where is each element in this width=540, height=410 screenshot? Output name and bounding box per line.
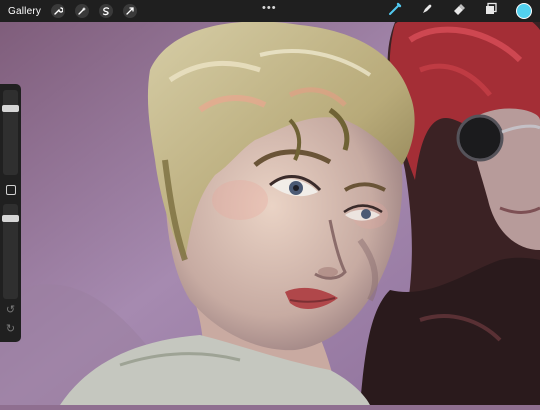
selection-icon[interactable]	[99, 4, 114, 18]
wrench-icon[interactable]	[51, 4, 66, 18]
left-sidebar: ↺ ↻	[0, 84, 21, 342]
color-picker-button[interactable]	[516, 3, 532, 19]
layers-icon[interactable]	[484, 2, 498, 21]
modify-button[interactable]	[6, 185, 16, 195]
brush-icon[interactable]	[388, 2, 402, 21]
opacity-handle[interactable]	[2, 215, 19, 223]
actions-menu-icon[interactable]: •••	[262, 2, 277, 14]
brush-size-handle[interactable]	[2, 105, 19, 113]
undo-icon[interactable]: ↺	[5, 305, 16, 316]
paint-tools	[388, 2, 532, 21]
brush-size-slider[interactable]	[3, 90, 18, 175]
top-toolbar: Gallery •••	[0, 0, 540, 22]
gallery-button[interactable]: Gallery	[8, 6, 41, 17]
redo-icon[interactable]: ↻	[5, 324, 16, 335]
eraser-icon[interactable]	[452, 2, 466, 21]
smudge-icon[interactable]	[420, 2, 434, 21]
painting-canvas[interactable]	[0, 0, 540, 405]
transform-icon[interactable]	[123, 4, 138, 18]
magic-wand-icon[interactable]	[75, 4, 90, 18]
